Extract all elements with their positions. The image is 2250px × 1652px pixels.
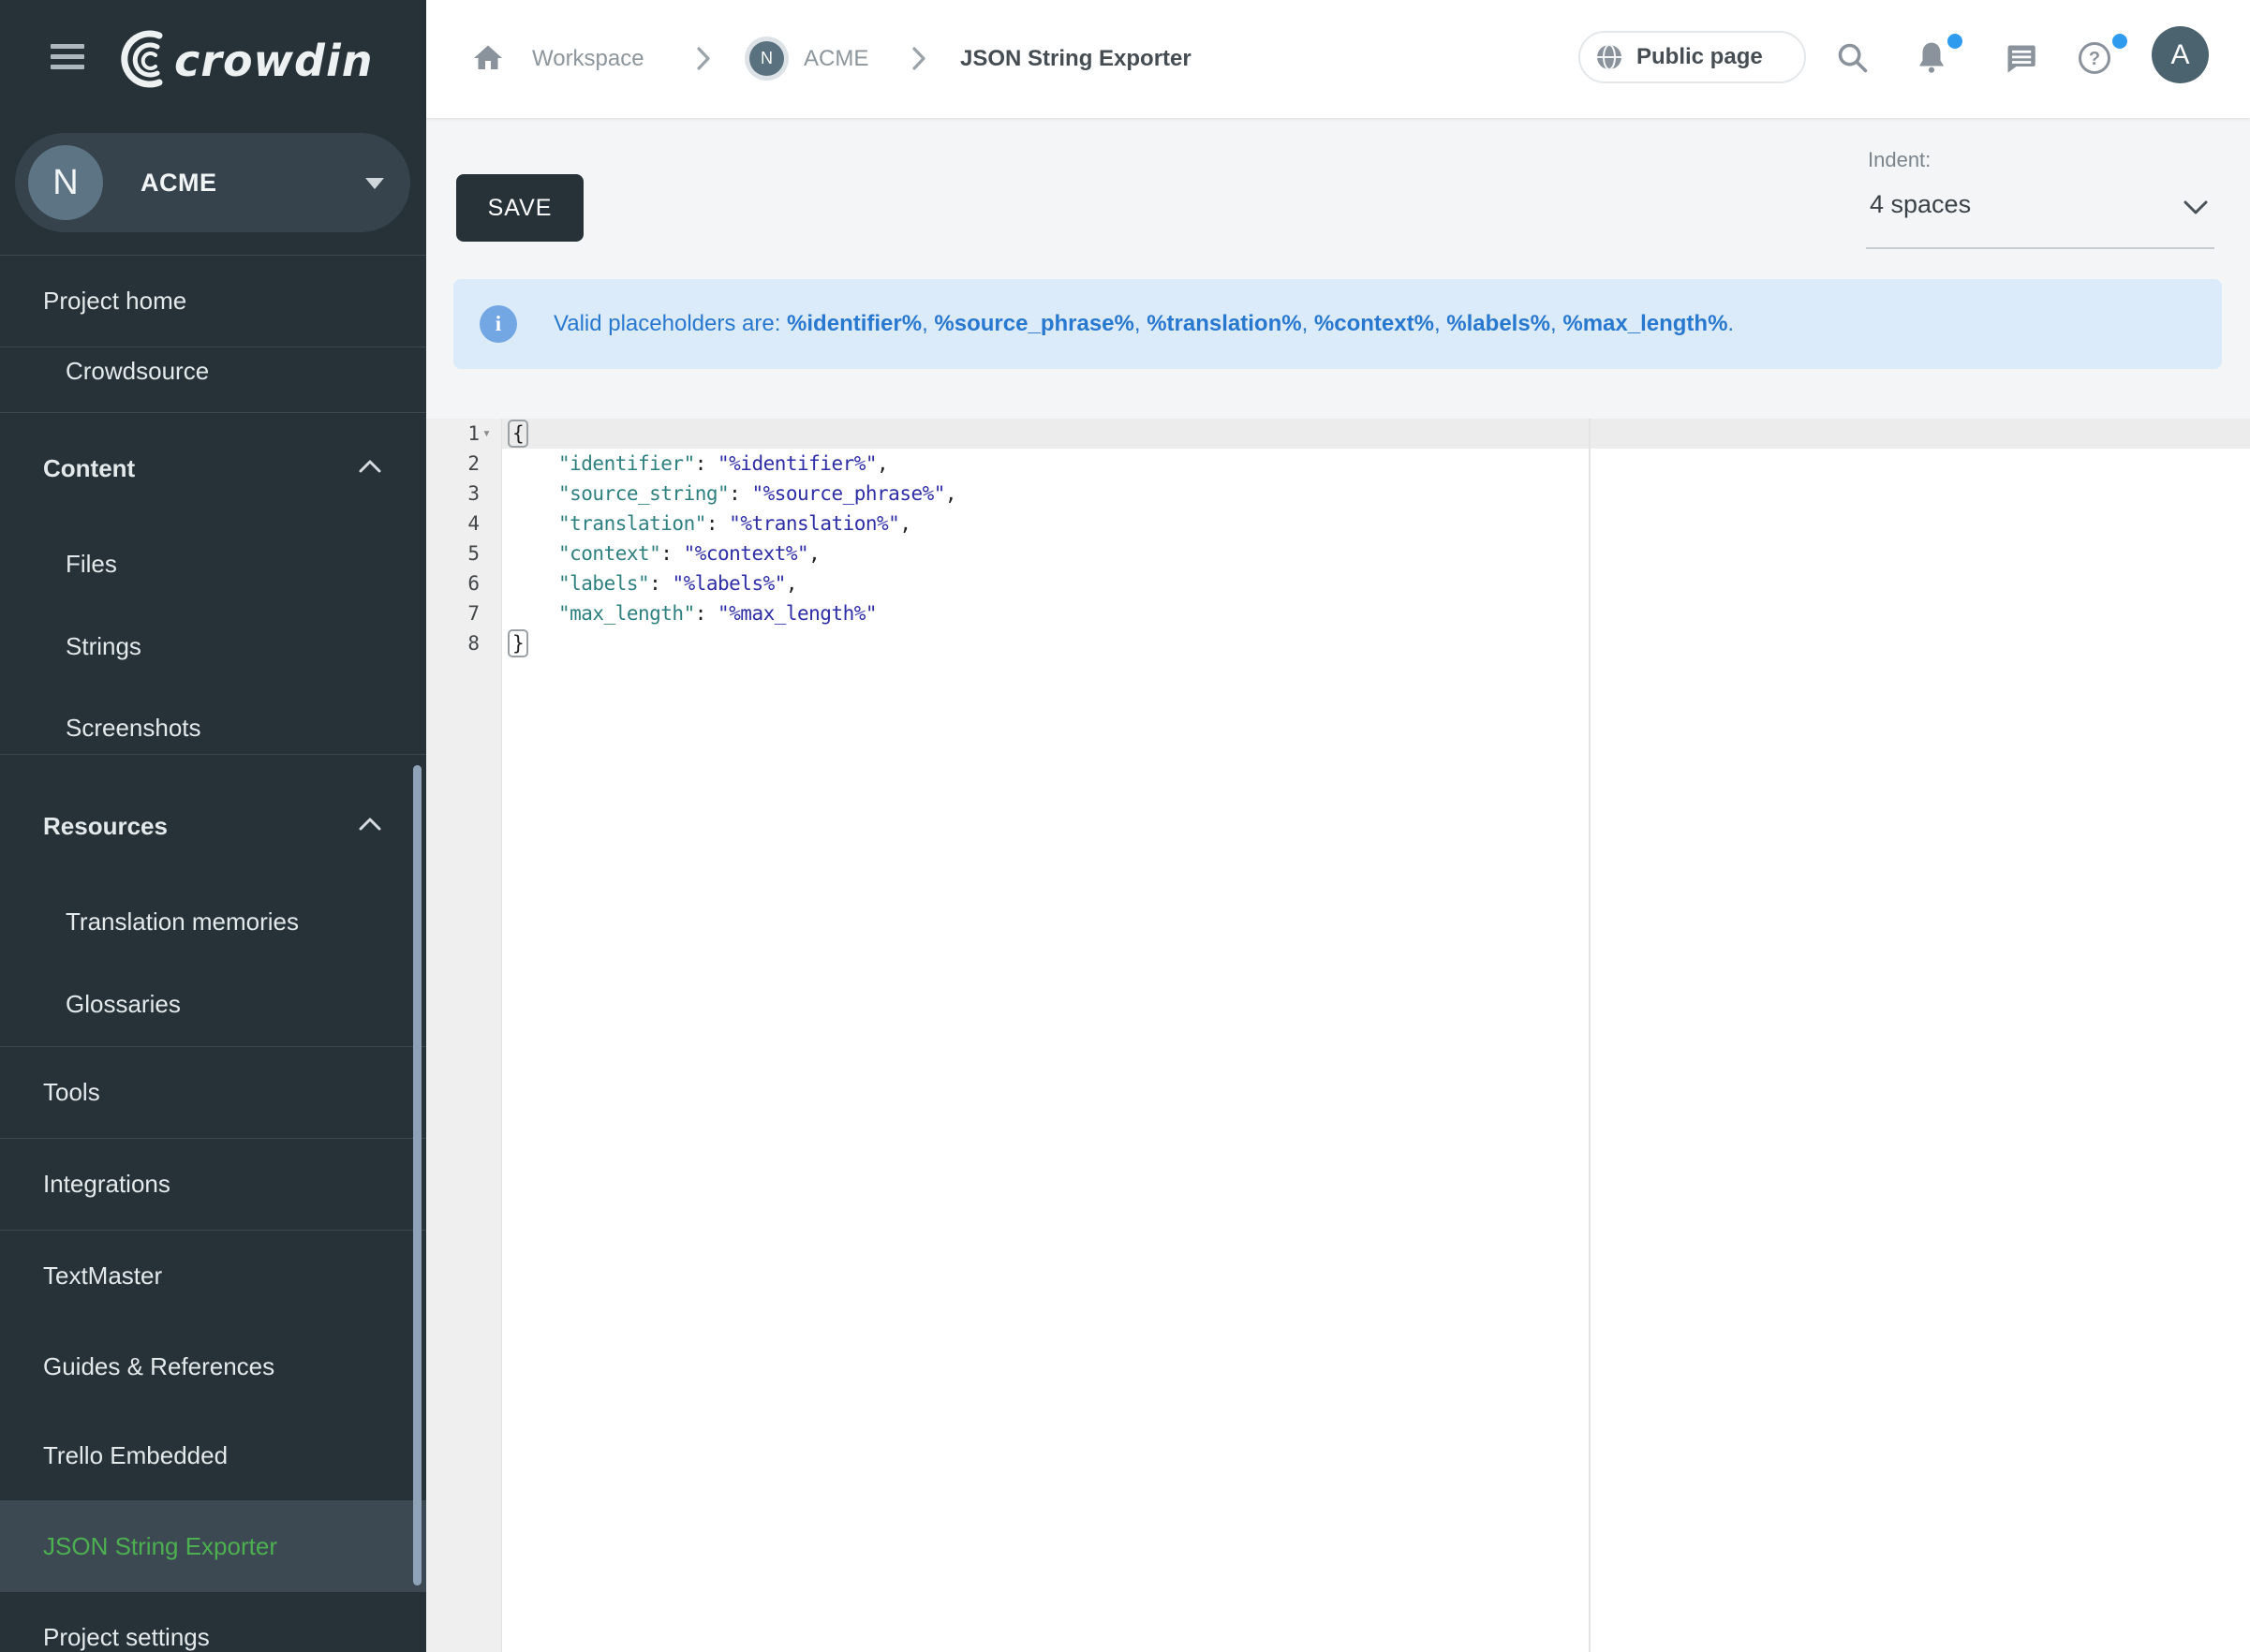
sidebar-item-project-home[interactable]: Project home <box>43 286 186 316</box>
line-number: 2 <box>426 449 480 479</box>
sidebar-item-textmaster[interactable]: TextMaster <box>43 1261 162 1291</box>
info-banner: i Valid placeholders are: %identifier%, … <box>453 279 2222 369</box>
chevron-up-icon[interactable] <box>358 817 382 832</box>
editor-gutter: 1 2 3 4 5 6 7 8 ▾ <box>426 419 502 1652</box>
public-page-button[interactable]: Public page <box>1578 31 1806 83</box>
sidebar-section-resources[interactable]: Resources <box>43 811 168 841</box>
code-line[interactable]: "identifier": "%identifier%", <box>558 449 888 479</box>
chevron-up-icon[interactable] <box>358 459 382 474</box>
breadcrumb-page-title: JSON String Exporter <box>960 0 1192 118</box>
info-icon: i <box>480 305 517 343</box>
app-root: crowdin N ACME Project home Crowdsource … <box>0 0 2250 1652</box>
sidebar-item-strings[interactable]: Strings <box>66 631 141 661</box>
chevron-right-icon <box>696 46 712 71</box>
divider <box>0 1591 426 1592</box>
active-line-highlight <box>502 419 2250 449</box>
breadcrumb-project-avatar[interactable]: N <box>749 41 784 76</box>
messages-icon[interactable] <box>2004 41 2037 75</box>
sidebar: crowdin N ACME Project home Crowdsource … <box>0 0 426 1652</box>
line-number: 1 <box>426 419 480 449</box>
divider <box>0 412 426 413</box>
notification-dot <box>1947 34 1962 49</box>
divider <box>0 1138 426 1139</box>
sidebar-item-guides-references[interactable]: Guides & References <box>43 1351 274 1381</box>
code-line[interactable]: "source_string": "%source_phrase%", <box>558 479 956 509</box>
project-name: ACME <box>141 133 217 232</box>
code-line[interactable]: } <box>511 628 528 658</box>
help-icon[interactable]: ? <box>2077 40 2112 76</box>
sidebar-item-json-string-exporter[interactable]: JSON String Exporter <box>43 1531 277 1561</box>
svg-text:?: ? <box>2089 49 2100 69</box>
divider <box>0 754 426 755</box>
project-avatar: N <box>28 145 103 220</box>
sidebar-item-crowdsource[interactable]: Crowdsource <box>66 356 209 386</box>
breadcrumb-project[interactable]: ACME <box>804 0 868 118</box>
code-fold-arrow-icon[interactable]: ▾ <box>482 419 501 449</box>
public-page-label: Public page <box>1636 44 1763 70</box>
line-number: 8 <box>426 628 480 658</box>
line-number: 3 <box>426 479 480 509</box>
matched-bracket: { <box>508 420 528 448</box>
search-icon[interactable] <box>1836 41 1870 75</box>
info-banner-text: Valid placeholders are: %identifier%, %s… <box>554 311 1734 337</box>
save-button[interactable]: SAVE <box>456 174 584 242</box>
sidebar-item-screenshots[interactable]: Screenshots <box>66 713 201 743</box>
sidebar-section-content[interactable]: Content <box>43 453 135 483</box>
sidebar-item-project-settings[interactable]: Project settings <box>43 1622 210 1652</box>
sidebar-item-integrations[interactable]: Integrations <box>43 1169 170 1199</box>
divider <box>0 1230 426 1231</box>
hamburger-menu-icon[interactable] <box>51 44 84 70</box>
code-editor[interactable]: 1 2 3 4 5 6 7 8 ▾ { "identifier": "%iden… <box>426 419 2250 1652</box>
sidebar-scrollbar-thumb[interactable] <box>413 765 422 1586</box>
top-bar: Workspace N ACME JSON String Exporter Pu… <box>426 0 2250 118</box>
indent-value: 4 spaces <box>1870 190 1971 219</box>
user-avatar[interactable]: A <box>2152 26 2209 83</box>
crowdin-logo[interactable]: crowdin <box>111 24 401 92</box>
logo-wordmark: crowdin <box>174 36 374 86</box>
code-line[interactable]: "labels": "%labels%", <box>558 568 797 598</box>
divider <box>0 1046 426 1047</box>
project-switcher[interactable]: N ACME <box>15 133 410 232</box>
code-line[interactable]: { <box>511 419 528 449</box>
sidebar-item-glossaries[interactable]: Glossaries <box>66 989 181 1019</box>
line-number: 6 <box>426 568 480 598</box>
indent-select[interactable]: Indent: 4 spaces <box>1866 145 2214 249</box>
sidebar-item-trello-embedded[interactable]: Trello Embedded <box>43 1440 228 1470</box>
notification-dot <box>2112 34 2127 49</box>
code-line[interactable]: "context": "%context%", <box>558 538 820 568</box>
line-number: 7 <box>426 598 480 628</box>
sidebar-item-translation-memories[interactable]: Translation memories <box>66 907 299 937</box>
chevron-down-icon <box>2183 199 2209 216</box>
line-number: 4 <box>426 509 480 538</box>
globe-icon <box>1594 42 1624 72</box>
sidebar-item-files[interactable]: Files <box>66 549 117 579</box>
notifications-bell-icon[interactable] <box>1914 39 1949 75</box>
divider <box>0 255 426 256</box>
sidebar-item-tools[interactable]: Tools <box>43 1077 100 1107</box>
code-line[interactable]: "translation": "%translation%", <box>558 509 910 538</box>
chevron-right-icon <box>911 46 927 71</box>
home-icon[interactable] <box>471 41 505 75</box>
matched-bracket: } <box>508 629 528 657</box>
indent-label: Indent: <box>1868 148 1931 172</box>
chevron-down-icon <box>365 178 384 189</box>
code-line[interactable]: "max_length": "%max_length%" <box>558 598 877 628</box>
editor-ruler-line <box>1589 419 1591 1652</box>
breadcrumb-workspace[interactable]: Workspace <box>532 0 644 118</box>
line-number: 5 <box>426 538 480 568</box>
